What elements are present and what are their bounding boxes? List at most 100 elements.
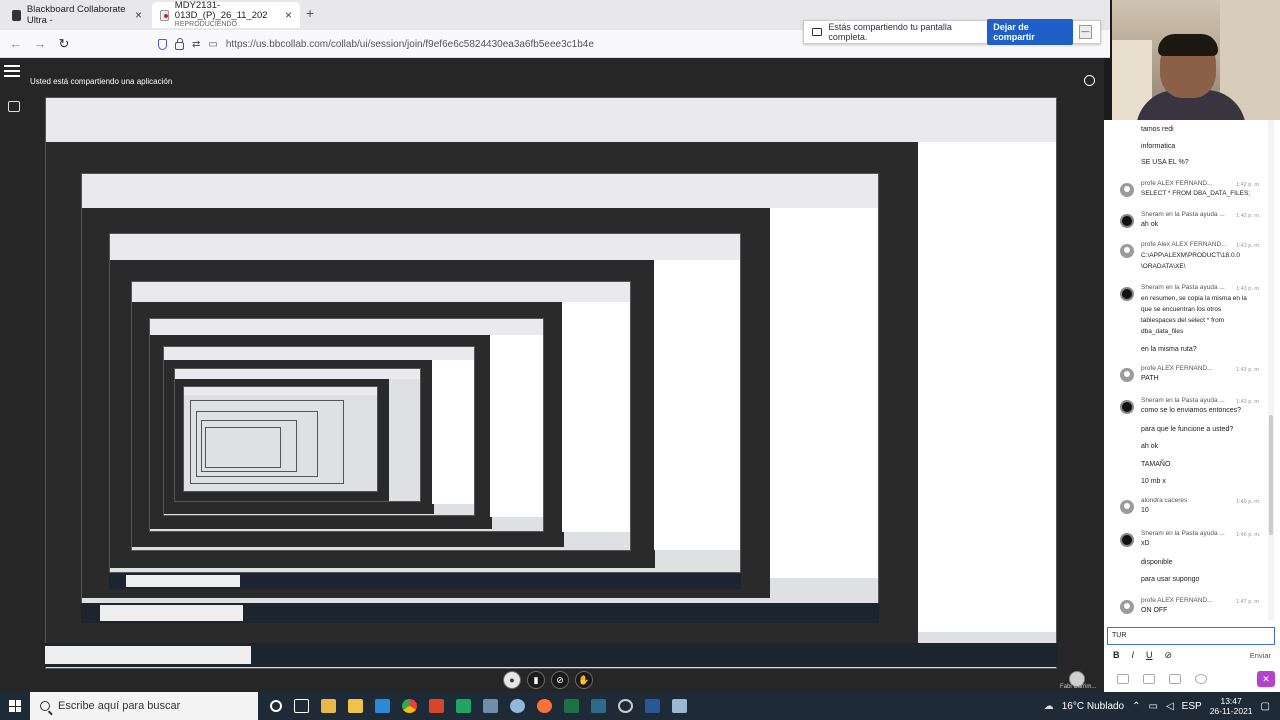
link-button[interactable]: ⊘ [1165, 650, 1173, 661]
volume-icon[interactable]: ◁ [1166, 701, 1174, 712]
message-sender: alondra caceres [1141, 497, 1188, 504]
chat-panel: tamos redi informatica SE USA EL %? prof… [1104, 120, 1280, 692]
avatar [1120, 368, 1134, 382]
message-text: para que le funcione a usted? [1141, 426, 1234, 433]
profile-icon[interactable]: ● [503, 671, 521, 689]
address-bar[interactable]: ⇄ ▭ https://us.bbcollab.com/collab/ui/se… [158, 34, 594, 54]
message-time: 1:42 p. m. [1236, 213, 1261, 219]
calculator-icon[interactable] [483, 699, 498, 713]
permissions-icon[interactable]: ⇄ [192, 39, 200, 50]
content-icon[interactable] [1169, 674, 1181, 684]
chat-format-toolbar: B I U ⊘ Enviar [1107, 648, 1277, 662]
message-sender: Sheram en la Pasta ayuda ... [1141, 397, 1225, 404]
cortana-icon[interactable] [270, 700, 282, 712]
notes-icon[interactable] [672, 699, 687, 713]
message-sender: Sheram en la Pasta ayuda ... [1141, 284, 1225, 291]
chrome-icon[interactable] [402, 699, 417, 713]
message-sender: profe ALEX FERNAND... [1141, 180, 1213, 187]
shield-icon[interactable] [158, 38, 167, 50]
forward-icon[interactable]: → [28, 36, 52, 51]
nested-screen-12 [205, 427, 281, 468]
message-time: 1:43 p. m. [1236, 243, 1261, 249]
clock[interactable]: 13:47 26-11-2021 [1210, 696, 1253, 716]
language-indicator[interactable]: ESP [1182, 701, 1202, 712]
windows-taskbar: Escribe aquí para buscar ☁ 16°C Nublado … [0, 692, 1280, 720]
avatar [1120, 244, 1134, 258]
settings-icon[interactable] [1195, 674, 1207, 684]
collab-panel-close-icon[interactable]: ✕ [1257, 671, 1275, 687]
message-time: 1:46 p. m. [1236, 532, 1261, 538]
clock-time: 13:47 [1220, 696, 1242, 706]
message-text: como se lo enviamos entonces? [1141, 407, 1241, 414]
avatar [1120, 214, 1134, 228]
hand-raise-icon[interactable]: ✋ [575, 671, 593, 689]
stop-sharing-button[interactable]: Dejar de compartir [987, 19, 1073, 45]
nested-search-1 [45, 646, 251, 664]
chat-scrollbar[interactable] [1268, 120, 1274, 620]
bold-button[interactable]: B [1113, 650, 1120, 660]
network-icon[interactable]: ▭ [1149, 701, 1158, 712]
tab-blackboard[interactable]: Blackboard Collaborate Ultra - × [4, 2, 150, 28]
sticky-notes-icon[interactable] [348, 699, 363, 713]
weather-text[interactable]: 16°C Nublado [1062, 701, 1124, 712]
back-icon[interactable]: ← [4, 36, 28, 51]
avatar [1120, 183, 1134, 197]
message-time: 1:43 p. m. [1236, 286, 1261, 292]
menu-icon[interactable] [4, 62, 24, 80]
mail-icon[interactable] [375, 699, 390, 713]
search-icon [40, 701, 50, 711]
search-placeholder: Escribe aquí para buscar [58, 700, 181, 712]
panel-icon[interactable] [8, 101, 20, 112]
office-icon[interactable] [429, 699, 444, 713]
notifications-icon[interactable]: ▢ [1261, 701, 1270, 712]
tab-title: MDY2131-013D_(P)_26_11_202 [174, 0, 268, 21]
record-icon[interactable] [1084, 75, 1095, 86]
url-text[interactable]: https://us.bbcollab.com/collab/ui/sessio… [226, 39, 594, 50]
excel-icon[interactable] [564, 699, 579, 713]
microphone-icon[interactable]: ▮ [527, 671, 545, 689]
share-icon[interactable] [1117, 674, 1129, 684]
sharing-message: Estás compartiendo tu pantalla completa. [828, 22, 952, 42]
message-text: C:\APP\ALEXM\PRODUCT\18.0.0 \ORADATA\XE\ [1141, 252, 1240, 270]
participant-name: Fabi Carrim... [1060, 684, 1097, 690]
message-text: 10 mb x [1141, 478, 1166, 485]
screen-share-icon[interactable]: ▭ [208, 39, 217, 50]
windows-start-icon[interactable] [0, 692, 30, 720]
webcam-video [1112, 0, 1280, 120]
message-text: en resumen, se copia la misma en la que … [1141, 295, 1247, 335]
minimize-icon[interactable]: — [1078, 25, 1092, 39]
firefox-icon[interactable] [537, 699, 552, 713]
app-icon[interactable] [510, 699, 525, 713]
message-text: informatica [1141, 143, 1176, 150]
sharing-notice: Usted está compartiendo una aplicación [30, 77, 173, 86]
send-button[interactable]: Enviar [1250, 651, 1277, 660]
task-view-icon[interactable] [294, 699, 309, 713]
file-explorer-icon[interactable] [321, 699, 336, 713]
underline-button[interactable]: U [1146, 650, 1153, 660]
message-text: SELECT * FROM DBA_DATA_FILES; [1141, 190, 1251, 197]
show-hidden-icon[interactable]: ⌃ [1132, 701, 1140, 712]
close-icon[interactable]: × [285, 8, 292, 22]
message-text: xD [1141, 540, 1150, 547]
sharing-bar: Estás compartiendo tu pantalla completa.… [803, 19, 1101, 45]
avatar [1120, 287, 1134, 301]
settings-icon[interactable] [618, 699, 633, 713]
message-sender: profe ALEX FERNAND... [1141, 365, 1213, 372]
message-time: 1:47 p. m. [1236, 599, 1261, 605]
spreadsheet-icon[interactable] [456, 699, 471, 713]
tab-recording[interactable]: MDY2131-013D_(P)_26_11_202 REPRODUCIENDO… [152, 0, 300, 28]
terminal-icon[interactable] [591, 699, 606, 713]
new-tab-icon[interactable]: + [306, 5, 314, 21]
taskbar-search[interactable]: Escribe aquí para buscar [30, 692, 258, 720]
chat-input[interactable]: TUR [1107, 627, 1275, 645]
close-icon[interactable]: × [135, 8, 142, 22]
participants-icon[interactable] [1143, 674, 1155, 684]
message-sender: profe ALEX FERNAND... [1141, 597, 1213, 604]
italic-button[interactable]: I [1132, 650, 1135, 660]
word-icon[interactable] [645, 699, 660, 713]
message-sender: profe Alex ALEX FERNAND... [1141, 241, 1227, 248]
lock-icon[interactable] [175, 37, 184, 50]
reload-icon[interactable]: ↻ [52, 36, 76, 52]
camera-icon[interactable]: ⊘ [551, 671, 569, 689]
taskbar-apps [270, 699, 687, 713]
